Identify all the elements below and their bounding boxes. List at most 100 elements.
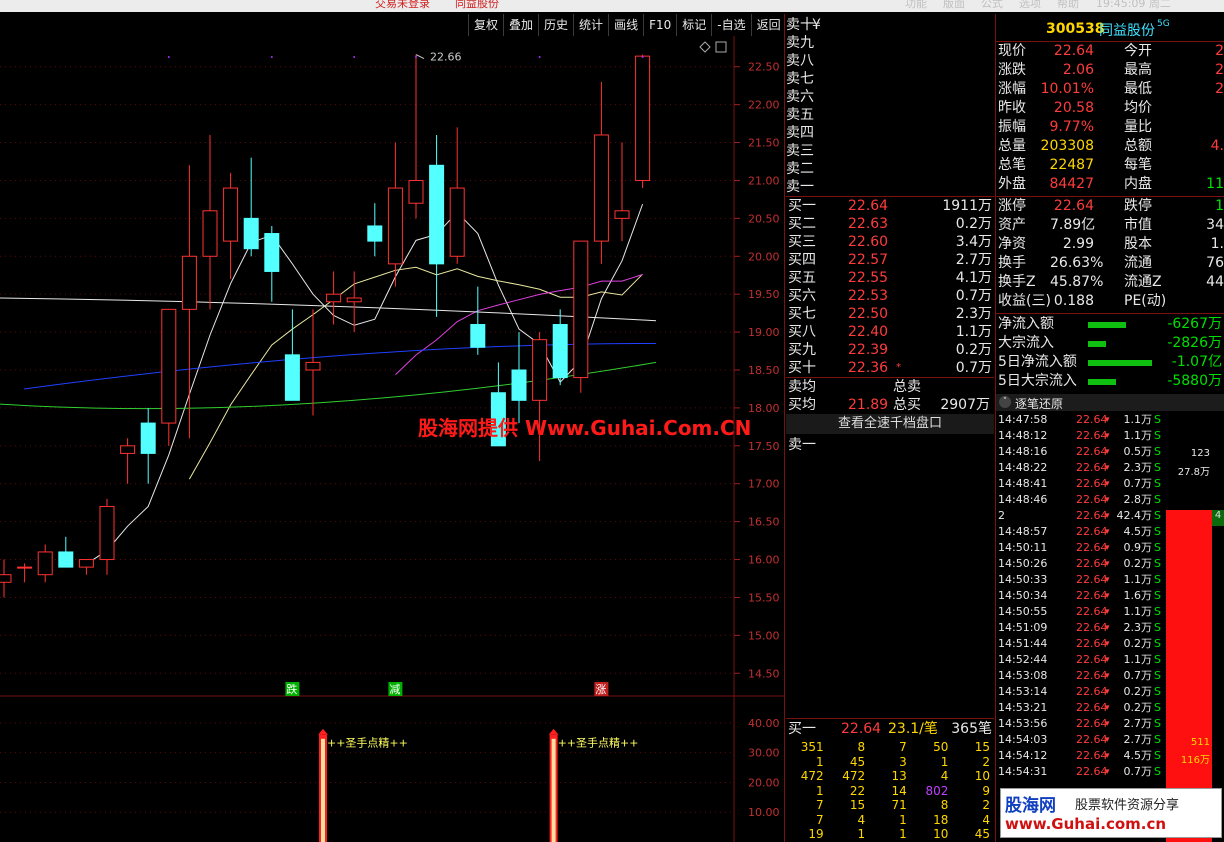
tick-side: S — [1154, 445, 1161, 458]
collapse-icon[interactable]: ˅ — [999, 396, 1011, 408]
remove-watchlist-button[interactable]: -自选 — [711, 14, 750, 36]
quote-value: 4. — [1210, 138, 1224, 155]
candle-body — [470, 324, 486, 348]
site-logo: 股海网 股票软件资源分享 www.Guhai.com.cn — [1000, 788, 1222, 838]
tick-time: 14:52:44 — [998, 653, 1048, 666]
tick-volume: 0.2万 — [1123, 701, 1153, 714]
down-arrow-icon: ▾ — [1105, 431, 1110, 441]
sell-level-label: 卖四 — [786, 124, 814, 141]
buy-level-label: 买六 — [788, 287, 816, 304]
back-button[interactable]: 返回 — [750, 14, 786, 36]
candle-body — [202, 210, 218, 257]
down-arrow-icon: ▾ — [1105, 463, 1110, 473]
tick-time: 14:54:12 — [998, 749, 1048, 762]
concept-badge: 5G — [1157, 19, 1170, 29]
draw-line-button[interactable]: 画线 — [608, 14, 643, 36]
queue-cell: 351 — [800, 740, 824, 754]
ticks-header[interactable]: ˅ 逐笔还原 — [996, 394, 1224, 411]
tick-time: 14:48:12 — [998, 429, 1048, 442]
statistics-button[interactable]: 统计 — [573, 14, 608, 36]
fund-value: 1. — [1210, 236, 1224, 253]
bar-top-amount: 27.8万 — [1177, 467, 1210, 478]
buy-avg-label: 买均 — [788, 397, 816, 413]
full-depth-link[interactable]: 查看全速千档盘口 — [786, 414, 994, 434]
star-icon: * — [896, 361, 901, 373]
buy-level-label: 买九 — [788, 341, 816, 358]
queue-buy1: 买一 22.64 23.1/笔 365笔 — [786, 720, 994, 738]
logo-slogan: 股票软件资源分享 — [1075, 798, 1180, 813]
quote-label: 最高 — [1124, 62, 1152, 79]
quote-label: 最低 — [1124, 81, 1152, 98]
fund-label: 股本 — [1124, 236, 1152, 253]
tick-row[interactable]: 14:48:46 22.64 ▾ 2.8万 S — [996, 492, 1224, 508]
queue-cell: 18 — [933, 812, 949, 827]
quote-value: 2 — [1215, 43, 1224, 60]
menu-function[interactable]: 功能 — [905, 0, 927, 10]
candle-body — [284, 354, 300, 401]
candle-body — [449, 187, 465, 257]
stock-name: 同益股份 — [1099, 23, 1155, 39]
tick-volume: 0.7万 — [1123, 669, 1153, 682]
candle-body — [223, 187, 239, 242]
fund-row: 换手 26.63% 流通 76 — [996, 254, 1224, 273]
candle-body — [264, 233, 280, 272]
quote-label: 今开 — [1124, 43, 1152, 60]
price-tick-label: 16.00 — [748, 554, 780, 567]
price-tick-label: 16.50 — [748, 516, 780, 529]
tick-row[interactable]: 14:48:41 22.64 ▾ 0.7万 S — [996, 476, 1224, 492]
tick-volume: 1.1万 — [1123, 429, 1153, 442]
buy-level-price: 22.53 — [848, 287, 889, 304]
flow-row: 5日净流入额 -1.07亿 — [996, 353, 1224, 372]
menu-options[interactable]: 选项 — [1019, 0, 1041, 10]
sell-level-label: 卖七 — [786, 70, 814, 87]
fund-row: 净资 2.99 股本 1. — [996, 235, 1224, 254]
restore-rights-button[interactable]: 复权 — [468, 14, 503, 36]
down-arrow-icon: ▾ — [1105, 703, 1110, 713]
tick-volume: 0.7万 — [1123, 765, 1153, 778]
buy-level-price: 22.55 — [848, 269, 889, 286]
tick-volume: 0.7万 — [1123, 477, 1153, 490]
up-arrow-icon — [548, 728, 559, 735]
fund-value: 44 — [1206, 274, 1224, 291]
tick-volume: 1.1万 — [1123, 653, 1153, 666]
queue-cell: 1 — [940, 754, 949, 769]
tick-row[interactable]: 14:47:58 22.64 ▾ 1.1万 S — [996, 412, 1224, 428]
tick-side: S — [1154, 749, 1161, 762]
tick-time: 14:48:57 — [998, 525, 1048, 538]
sell-level-label: 卖二 — [786, 160, 814, 177]
quote-label: 内盘 — [1124, 176, 1152, 193]
menu-formula[interactable]: 公式 — [981, 0, 1003, 10]
queue-cell: 8 — [857, 740, 866, 754]
signal-bar-core — [551, 738, 556, 842]
candle-body — [635, 55, 651, 181]
down-arrow-icon: ▾ — [1105, 607, 1110, 617]
down-arrow-icon: ▾ — [1105, 735, 1110, 745]
queue-cell: 10 — [974, 769, 990, 783]
menu-help[interactable]: 帮助 — [1057, 0, 1079, 10]
f10-button[interactable]: F10 — [643, 14, 676, 36]
sell-level-row: 卖六 — [786, 88, 994, 106]
flow-value: -1.07亿 — [1171, 354, 1222, 371]
flow-bar — [1088, 378, 1116, 385]
queue-cell: 15 — [849, 798, 866, 812]
queue-cell: 10 — [933, 827, 949, 841]
total-buy-value: 2907万 — [940, 397, 990, 413]
login-status[interactable]: 交易未登录 — [375, 0, 430, 10]
overlay-button[interactable]: 叠加 — [503, 14, 538, 36]
tick-price: 22.64 — [1076, 541, 1108, 554]
queue-cell: 45 — [849, 754, 866, 769]
moving-averages — [0, 203, 657, 565]
mark-button[interactable]: 标记 — [676, 14, 711, 36]
menu-layout[interactable]: 版面 — [943, 0, 965, 10]
sell-level-label: 卖一 — [786, 178, 814, 195]
candle-body — [532, 339, 548, 401]
history-button[interactable]: 历史 — [538, 14, 573, 36]
tick-list[interactable]: 14:47:58 22.64 ▾ 1.1万 S 14:48:12 22.64 ▾ 1.1万 S 14… — [996, 412, 1166, 842]
tick-price: 22.64 — [1076, 749, 1108, 762]
sell-level-row: 卖四 — [786, 124, 994, 142]
quote-value: 2.06 — [1062, 62, 1094, 79]
queue-row: 1 45 3 1 2 — [786, 755, 994, 769]
tick-row[interactable]: 14:48:12 22.64 ▾ 1.1万 S — [996, 428, 1224, 444]
queue-cell: 7 — [815, 798, 824, 812]
tick-side: S — [1154, 429, 1161, 442]
